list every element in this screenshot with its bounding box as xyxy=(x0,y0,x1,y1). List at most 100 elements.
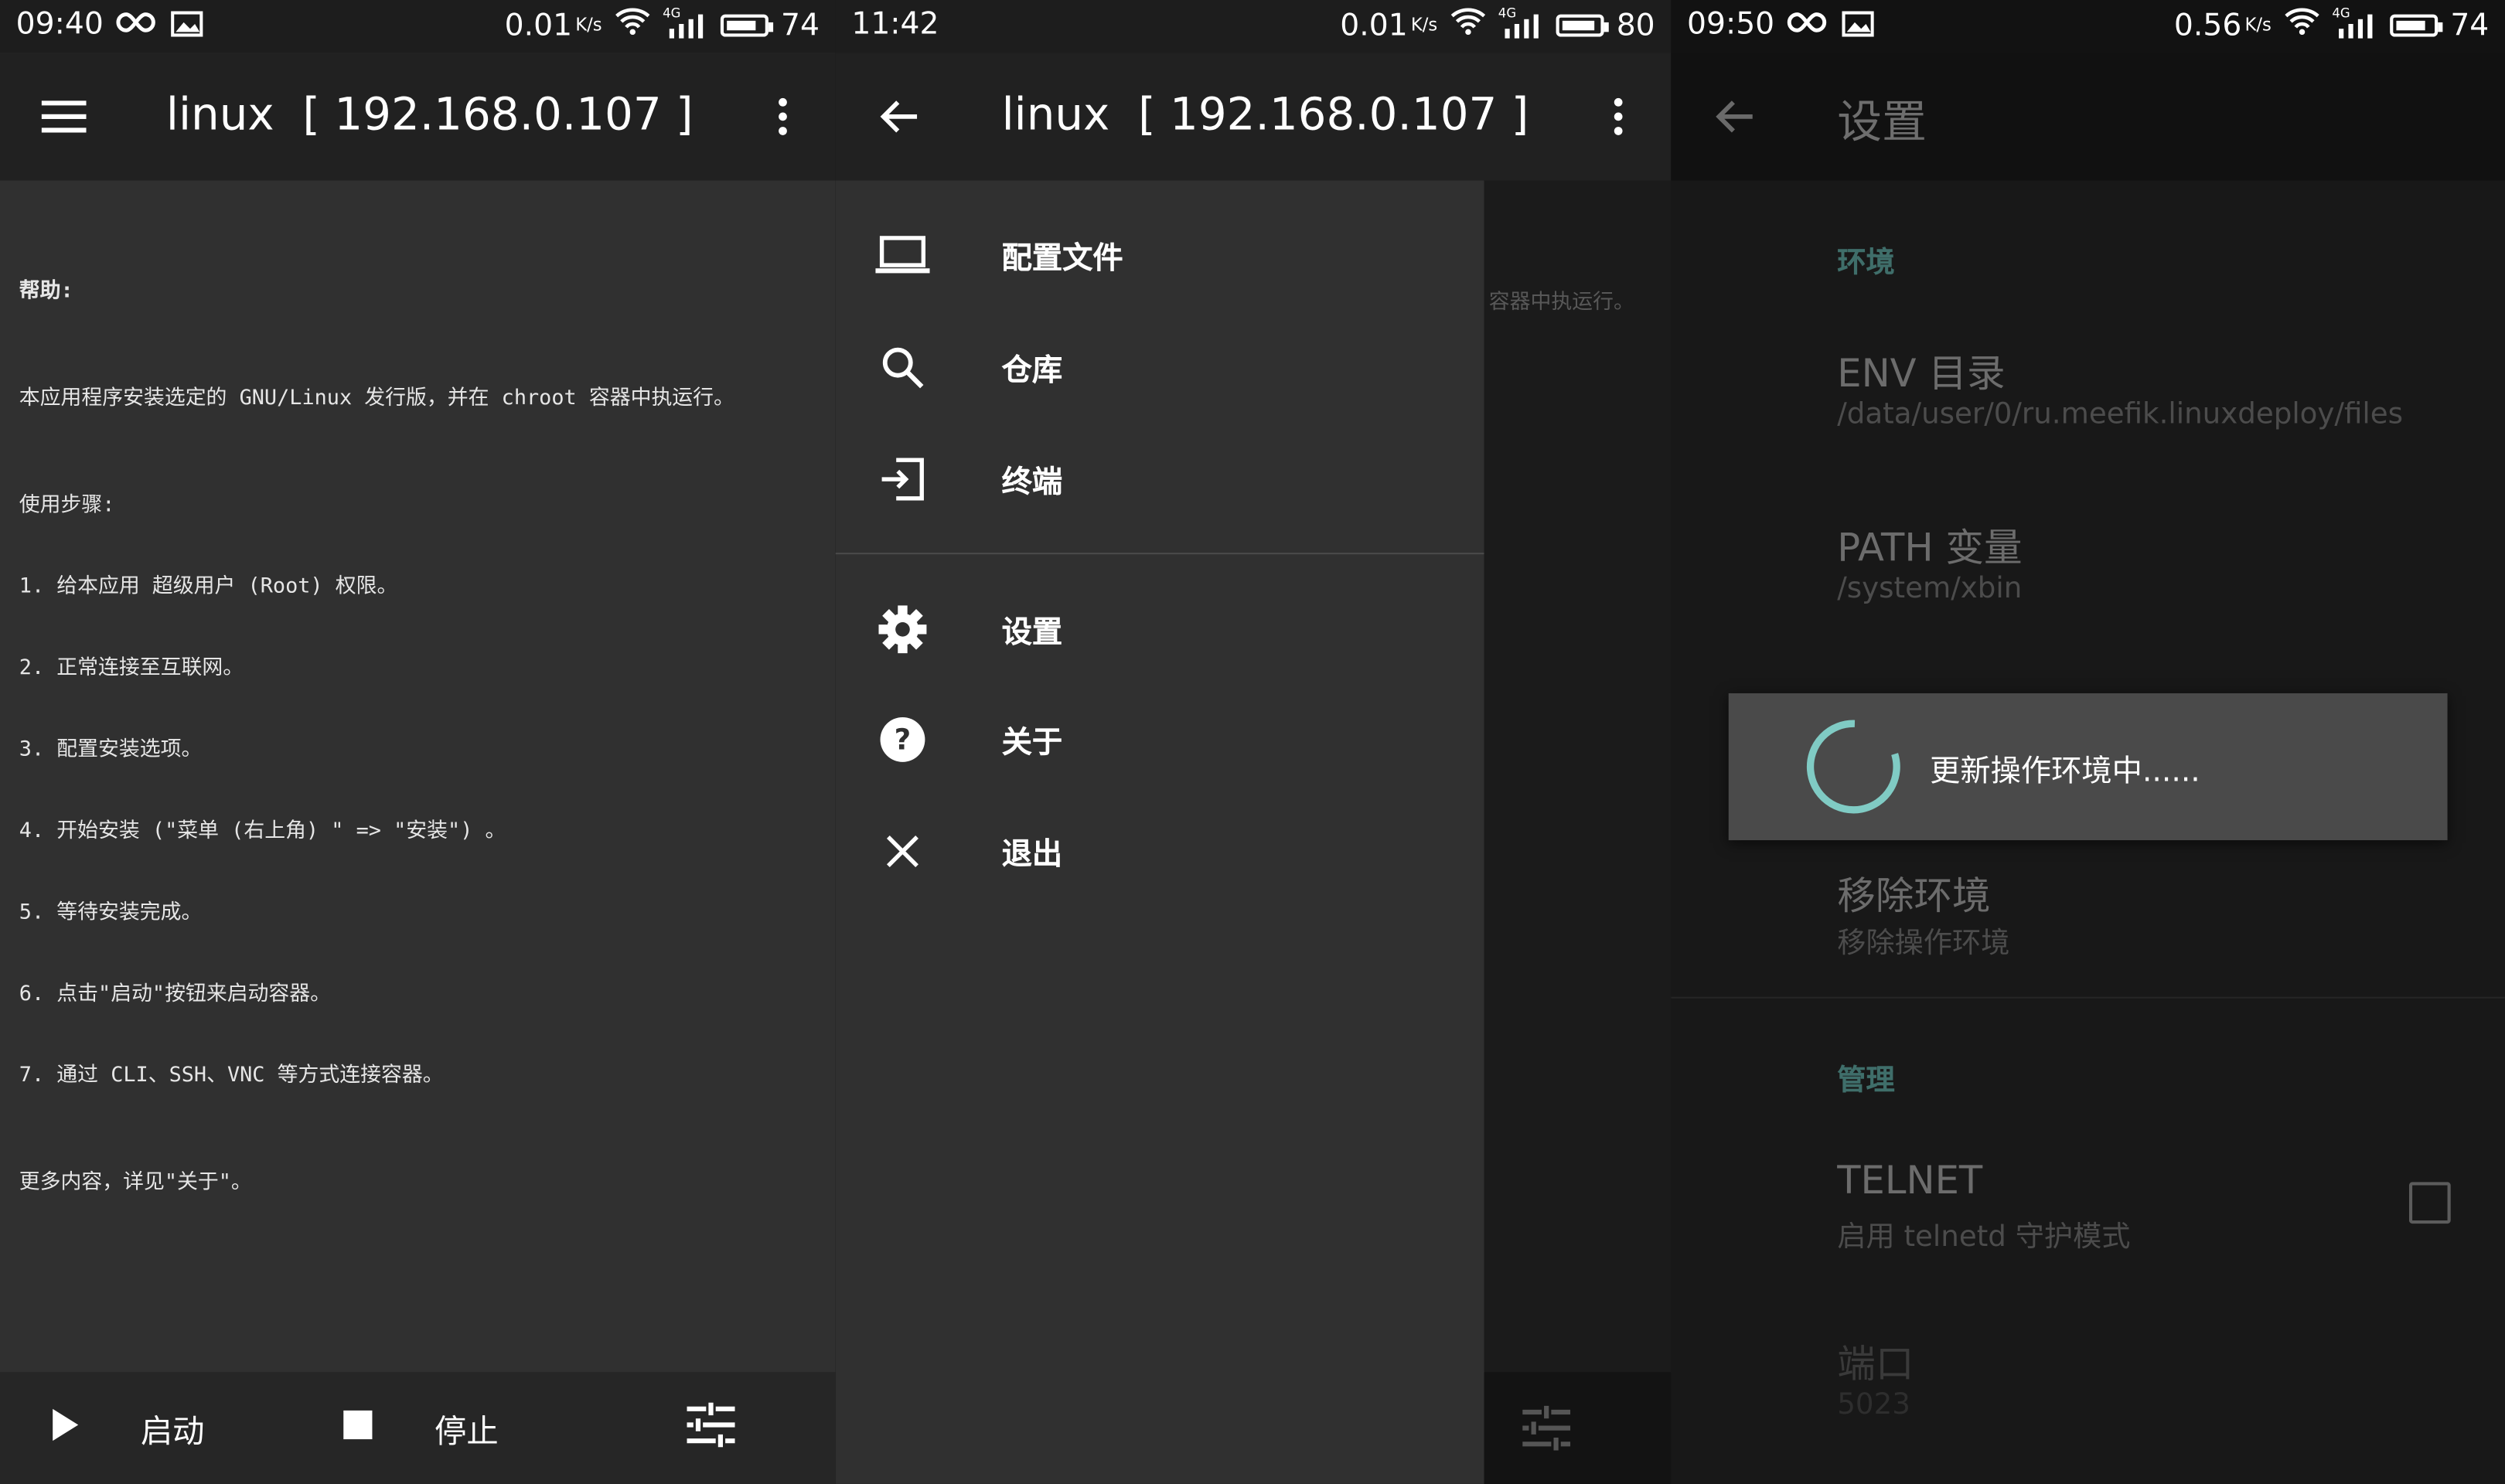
stop-button[interactable]: 停止 xyxy=(342,1372,499,1484)
start-label: 启动 xyxy=(140,1411,205,1450)
help-more: 更多内容，详见"关于"。 xyxy=(19,1170,252,1195)
net-speed: 0.56 xyxy=(2173,7,2242,43)
play-icon xyxy=(48,1407,80,1449)
help-circle-icon: ? xyxy=(871,708,935,772)
stop-label: 停止 xyxy=(435,1411,499,1450)
signal-icon: 4G xyxy=(2332,5,2377,39)
properties-button[interactable] xyxy=(687,1372,735,1484)
laptop-icon xyxy=(871,223,935,288)
search-icon xyxy=(871,335,935,400)
step-item: 7. 通过 CLI、SSH、VNC 等方式连接容器。 xyxy=(19,1064,444,1088)
battery-icon xyxy=(720,13,773,36)
pref-summary: 移除操作环境 xyxy=(1837,926,2010,961)
status-bar: 09:50 0.56 K/s 4G 74 xyxy=(1671,0,2505,53)
progress-dialog: 更新操作环境中...... xyxy=(1728,693,2448,841)
telnet-checkbox[interactable] xyxy=(2408,1182,2451,1224)
drawer-item-repository[interactable]: 仓库 xyxy=(836,315,1484,420)
page-title: linux [ 192.168.0.107 ] xyxy=(1001,87,1529,141)
main-screen: 09:40 0.01 K/s 4G 74 linux [192.168.0.1… xyxy=(0,0,836,1484)
drawer-item-label: 关于 xyxy=(1001,724,1063,760)
hamburger-menu-icon[interactable] xyxy=(32,85,96,149)
settings-toolbar: 设置 xyxy=(1671,53,2505,181)
close-icon xyxy=(871,819,935,883)
stop-icon xyxy=(342,1409,373,1448)
signal-type: 4G xyxy=(663,5,681,20)
help-title: 帮助: xyxy=(19,279,73,304)
battery-icon xyxy=(1556,13,1609,36)
net-unit: K/s xyxy=(2244,14,2272,36)
signal-icon: 4G xyxy=(663,5,707,39)
step-item: 3. 配置安装选项。 xyxy=(19,737,203,762)
pref-summary: /data/user/0/ru.meefik.linuxdeploy/files xyxy=(1837,397,2404,432)
net-speed: 0.01 xyxy=(504,7,573,43)
start-button[interactable]: 启动 xyxy=(48,1372,204,1484)
tune-icon xyxy=(1522,1405,1571,1457)
status-bar: 11:42 0.01 K/s 4G 80 xyxy=(835,0,1672,53)
status-bar: 09:40 0.01 K/s 4G 74 xyxy=(0,0,836,53)
dialog-message: 更新操作环境中...... xyxy=(1930,754,2200,789)
more-vert-icon[interactable] xyxy=(1586,85,1651,149)
step-item: 1. 给本应用 超级用户 (Root) 权限。 xyxy=(19,575,398,600)
steps-title: 使用步骤: xyxy=(19,493,115,518)
battery-level: 74 xyxy=(781,7,820,43)
net-unit: K/s xyxy=(575,14,602,36)
status-right: 0.01 K/s 4G 74 xyxy=(504,5,820,43)
signal-type: 4G xyxy=(2332,5,2350,20)
more-vert-icon[interactable] xyxy=(751,85,815,149)
infinity-icon xyxy=(115,9,157,41)
help-text: 帮助: 本应用程序安装选定的 GNU/Linux 发行版，并在 chroot 容… xyxy=(19,223,823,1251)
gear-icon xyxy=(871,597,935,662)
help-intro: 本应用程序安装选定的 GNU/Linux 发行版，并在 chroot 容器中执运… xyxy=(19,386,734,411)
wifi-icon xyxy=(615,6,650,43)
drawer-item-label: 终端 xyxy=(1001,464,1063,499)
net-unit: K/s xyxy=(1410,14,1438,36)
section-divider xyxy=(1671,996,2505,999)
pref-title: 端口 xyxy=(1837,1342,1914,1387)
drawer-item-exit[interactable]: 退出 xyxy=(836,798,1484,904)
pref-title: PATH 变量 xyxy=(1837,525,2023,570)
net-speed: 0.01 xyxy=(1340,7,1408,43)
pref-title: ENV 目录 xyxy=(1837,351,2006,397)
signal-type: 4G xyxy=(1498,5,1517,20)
drawer-item-profiles[interactable]: 配置文件 xyxy=(836,203,1484,308)
drawer-item-terminal[interactable]: 终端 xyxy=(836,427,1484,532)
scrim-text: 容器中执运行。 xyxy=(1488,291,1634,315)
navigation-drawer: 配置文件 仓库 终端 设置 ? 关于 退出 xyxy=(835,180,1484,1484)
category-environment: 环境 xyxy=(1837,246,1895,280)
status-time: 09:50 xyxy=(1687,6,1775,42)
image-notification-icon xyxy=(171,11,203,43)
infinity-icon xyxy=(1786,9,1828,41)
app-toolbar: linux [ 192.168.0.107 ] xyxy=(835,53,1672,181)
wifi-icon xyxy=(1450,6,1485,43)
tune-icon xyxy=(687,1402,735,1454)
drawer-screen: 11:42 0.01 K/s 4G 80 linux [ 192.168.0.1… xyxy=(835,0,1672,1484)
image-notification-icon xyxy=(1842,11,1874,43)
settings-screen: 09:50 0.56 K/s 4G 74 设置 环境 ENV 目录 /data/… xyxy=(1671,0,2505,1484)
step-item: 6. 点击"启动"按钮来启动容器。 xyxy=(19,982,332,1007)
drawer-item-about[interactable]: ? 关于 xyxy=(836,687,1484,792)
login-icon xyxy=(871,448,935,512)
battery-level: 80 xyxy=(1616,7,1655,43)
drawer-item-label: 配置文件 xyxy=(1001,240,1123,276)
arrow-back-icon[interactable] xyxy=(1703,85,1767,149)
status-time: 09:40 xyxy=(15,6,104,42)
page-title: linux [ 192.168.0.107 ] xyxy=(165,87,694,141)
signal-icon: 4G xyxy=(1498,5,1543,39)
arrow-back-icon[interactable] xyxy=(867,85,932,149)
drawer-item-label: 设置 xyxy=(1001,614,1063,650)
drawer-divider xyxy=(835,553,1484,555)
step-item: 2. 正常连接至互联网。 xyxy=(19,656,244,681)
pref-summary: 启用 telnetd 守护模式 xyxy=(1837,1220,2131,1254)
status-right: 0.01 K/s 4G 80 xyxy=(1340,5,1655,43)
pref-summary: 5023 xyxy=(1837,1387,1910,1422)
scrim-overlay[interactable] xyxy=(1484,180,1672,1484)
svg-text:?: ? xyxy=(895,722,912,756)
battery-level: 74 xyxy=(2450,7,2490,43)
app-toolbar: linux [ 192.168.0.107 ] xyxy=(0,53,836,181)
pref-title: 移除环境 xyxy=(1837,873,1991,919)
step-item: 4. 开始安装 ("菜单 (右上角) " => "安装") 。 xyxy=(19,819,506,844)
wifi-icon xyxy=(2284,6,2319,43)
drawer-item-label: 仓库 xyxy=(1001,352,1063,388)
drawer-item-settings[interactable]: 设置 xyxy=(836,577,1484,682)
status-time: 11:42 xyxy=(851,6,939,42)
